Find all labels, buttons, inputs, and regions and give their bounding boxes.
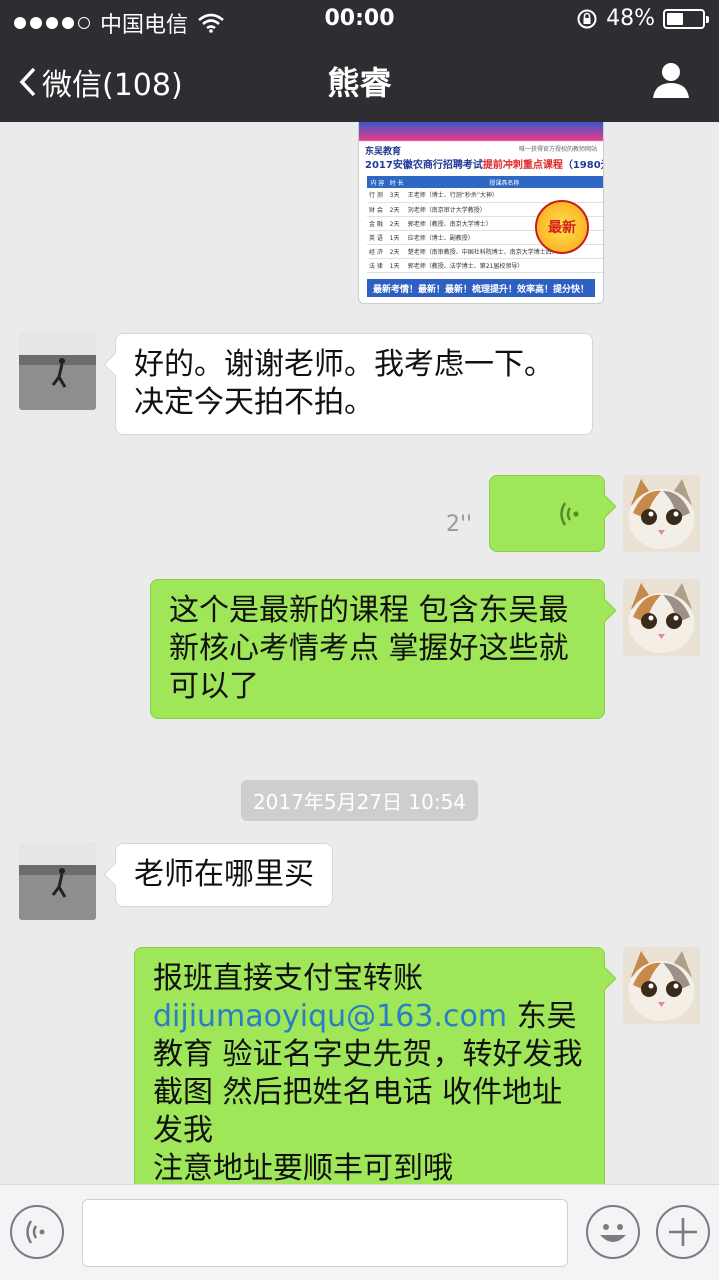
poster-cell: 3天: [387, 188, 406, 203]
chat-title: 熊睿: [327, 64, 392, 102]
top-bar: 中国电信 00:00 48% 微信(108) 熊睿: [0, 0, 719, 122]
timestamp-label: 2017年5月27日 10:54: [240, 780, 479, 821]
poster-tagline: 唯一获得官方授权的教师网站: [518, 146, 597, 153]
poster-cell: 1天: [387, 258, 406, 273]
poster-footer: 最新考情！最新！最新！梳理提升！效率高！提分快！: [367, 279, 595, 297]
poster-cell: 1天: [387, 230, 406, 245]
message-bubble-incoming[interactable]: 老师在哪里买: [115, 843, 333, 907]
message-bubble-outgoing[interactable]: 这个是最新的课程 包含东吴最新核心考情考点 掌握好这些就可以了: [150, 579, 605, 719]
poster-title: 2017安徽农商行招聘考试提前冲刺重点课程（1980元）: [365, 156, 603, 171]
voice-wave-icon: [560, 502, 579, 526]
poster-title-highlight: 提前冲刺重点课程: [482, 160, 563, 171]
poster-cell: 金 融: [367, 216, 388, 231]
my-avatar[interactable]: [623, 475, 700, 552]
battery-fill: [667, 12, 684, 25]
message-text: 好的。谢谢老师。我考虑一下。决定今天拍不拍。: [134, 347, 554, 420]
message-text-part: 报班直接支付宝转账: [153, 961, 423, 996]
contact-avatar[interactable]: [19, 333, 96, 410]
message-text: 老师在哪里买: [134, 857, 314, 892]
poster-cell: 2天: [387, 244, 406, 259]
chat-timestamp: 2017年5月27日 10:54: [0, 780, 719, 821]
status-bar: 中国电信 00:00 48%: [0, 0, 719, 40]
chat-area[interactable]: 东吴教育 唯一获得官方授权的教师网站 2017安徽农商行招聘考试提前冲刺重点课程…: [0, 122, 719, 1184]
poster-cell: 英 语: [367, 230, 388, 245]
poster-price: 1980元: [572, 160, 603, 171]
poster-cell: 法 律: [367, 258, 388, 273]
battery-icon: [663, 8, 709, 29]
poster-header-cell: 授课具名称: [405, 176, 603, 188]
status-right: 48%: [576, 6, 709, 31]
plus-icon[interactable]: [656, 1205, 710, 1259]
poster-title-main: 2017安徽农商行招聘考试: [365, 160, 483, 171]
poster-cell: 行 测: [367, 188, 388, 203]
message-text-part: 注意地址要顺丰可到哦: [153, 1151, 453, 1184]
course-poster-image[interactable]: 东吴教育 唯一获得官方授权的教师网站 2017安徽农商行招聘考试提前冲刺重点课程…: [358, 122, 604, 304]
nav-bar: 微信(108) 熊睿: [0, 40, 719, 122]
message-text: 报班直接支付宝转账 dijiumaoyiqu@163.com 东吴教育 验证名字史…: [153, 960, 586, 1184]
poster-badge: 最新: [535, 200, 589, 254]
poster-cell: 财 会: [367, 202, 388, 217]
poster-header-cell: 时 长: [387, 176, 406, 188]
person-icon[interactable]: [651, 60, 691, 100]
poster-cell: 经 济: [367, 244, 388, 259]
poster-cell: 2天: [387, 202, 406, 217]
battery-percent: 48%: [606, 6, 655, 31]
poster-cell: 郭老师（教授、法学博士、第21届校领导）: [405, 258, 603, 273]
message-input[interactable]: [82, 1199, 568, 1267]
poster-header: 东吴教育 唯一获得官方授权的教师网站 2017安徽农商行招聘考试提前冲刺重点课程…: [359, 122, 603, 174]
voice-message-bubble[interactable]: [489, 475, 605, 552]
my-avatar[interactable]: [623, 579, 700, 656]
poster-row: 法 律 1天 郭老师（教授、法学博士、第21届校领导）: [367, 258, 603, 273]
email-link[interactable]: dijiumaoyiqu@163.com: [153, 999, 507, 1034]
emoji-icon[interactable]: [586, 1205, 640, 1259]
voice-duration: 2'': [446, 512, 473, 537]
input-bar: [0, 1184, 719, 1280]
rotation-lock-icon: [577, 9, 597, 28]
voice-input-icon[interactable]: [10, 1205, 64, 1259]
poster-cell: 2天: [387, 216, 406, 231]
message-text: 这个是最新的课程 包含东吴最新核心考情考点 掌握好这些就可以了: [169, 593, 569, 704]
contact-avatar[interactable]: [19, 843, 96, 920]
poster-header-cell: 内 容: [367, 176, 388, 188]
message-bubble-outgoing[interactable]: 报班直接支付宝转账 dijiumaoyiqu@163.com 东吴教育 验证名字史…: [134, 947, 605, 1184]
my-avatar[interactable]: [623, 947, 700, 1024]
poster-cell: 王老师（博士、行测“秒杀”大神）: [405, 188, 603, 203]
message-bubble-incoming[interactable]: 好的。谢谢老师。我考虑一下。决定今天拍不拍。: [115, 333, 593, 435]
